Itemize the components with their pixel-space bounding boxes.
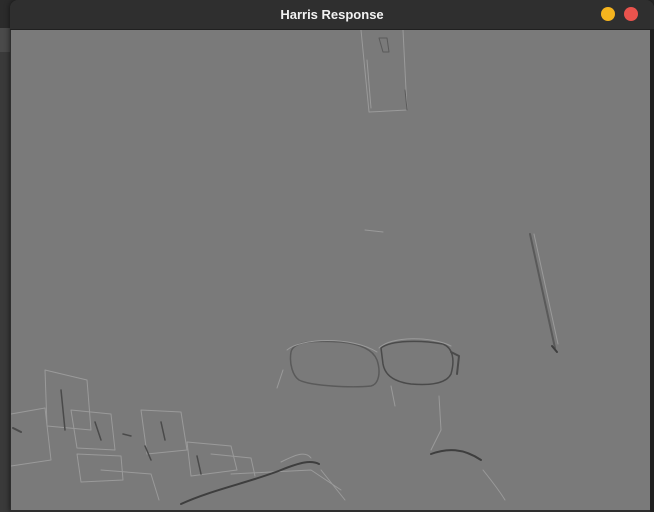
top-object-edges xyxy=(360,30,408,113)
desk-object-edges xyxy=(11,369,342,501)
window-title: Harris Response xyxy=(280,7,384,22)
glasses-edges xyxy=(276,338,460,451)
harris-edge-map xyxy=(11,30,559,505)
pen-edges xyxy=(529,233,559,353)
title-bar[interactable]: Harris Response xyxy=(10,0,654,30)
background-window-edge xyxy=(0,28,10,512)
window-right-border xyxy=(650,30,654,512)
speck-edge xyxy=(364,229,384,233)
minimize-button[interactable] xyxy=(601,7,615,21)
close-button[interactable] xyxy=(624,7,638,21)
lower-curve-edges xyxy=(180,449,506,505)
background-window-notch xyxy=(0,28,10,52)
harris-response-window: Harris Response xyxy=(10,0,654,512)
harris-response-image xyxy=(11,30,650,510)
